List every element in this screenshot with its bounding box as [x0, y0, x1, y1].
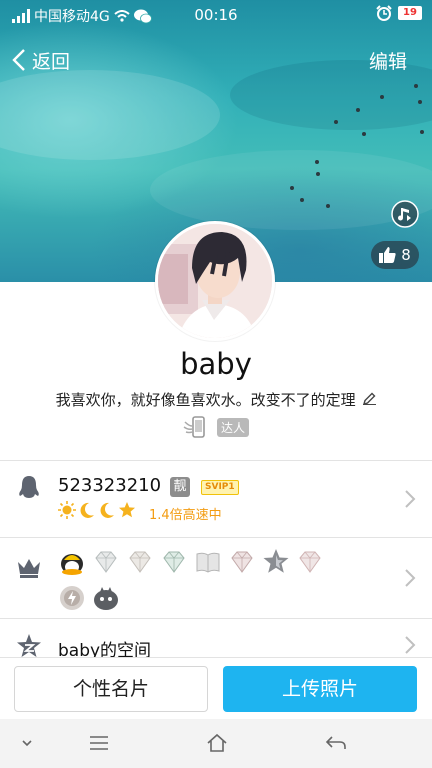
- qzone-star-icon: [17, 634, 41, 657]
- upload-photo-button[interactable]: 上传照片: [223, 666, 417, 712]
- monster-badge-icon: [94, 587, 118, 610]
- alarm-icon: [376, 5, 392, 21]
- pencil-icon[interactable]: [363, 392, 377, 406]
- music-icon[interactable]: [391, 200, 419, 228]
- action-bar: 个性名片 上传照片: [0, 657, 432, 719]
- privilege-icons: [58, 548, 324, 576]
- diamond-icon: [299, 551, 321, 573]
- sun-icon: [58, 501, 76, 519]
- chevron-right-icon: [405, 490, 416, 508]
- back-button[interactable]: 返回: [12, 46, 70, 74]
- diamond-icon: [231, 551, 253, 573]
- menu-icon[interactable]: [89, 733, 109, 753]
- privilege-icons-row2: [58, 584, 120, 612]
- chevron-right-icon: [405, 636, 416, 654]
- chevron-down-icon[interactable]: [20, 733, 34, 753]
- clock: 00:16: [194, 6, 238, 24]
- star-icon: [119, 502, 135, 518]
- speed-status: 1.4倍高速中: [149, 508, 222, 523]
- daren-badge[interactable]: 达人: [0, 416, 432, 438]
- edit-button[interactable]: 编辑: [369, 47, 407, 74]
- diamond-icon: [163, 551, 185, 573]
- level-icons: [58, 501, 136, 519]
- qq-info-row[interactable]: 523323210 靓 SVIP1 1.4倍高速中: [0, 461, 432, 537]
- personal-card-button[interactable]: 个性名片: [14, 666, 208, 712]
- chevron-right-icon: [405, 569, 416, 587]
- like-button[interactable]: 8: [371, 241, 419, 269]
- avatar[interactable]: [155, 221, 275, 341]
- battery-indicator: 19: [398, 6, 422, 20]
- penguin-icon: [19, 476, 39, 498]
- diamond-icon: [95, 551, 117, 573]
- qq-number: 523323210: [58, 475, 162, 496]
- crown-icon: [18, 559, 40, 578]
- star-badge-icon: [263, 549, 289, 573]
- qq-vip-penguin-icon: [61, 554, 83, 575]
- like-count: 8: [401, 246, 411, 264]
- system-nav-bar: [0, 719, 432, 768]
- thumbs-up-icon: [379, 247, 396, 263]
- liang-badge: 靓: [170, 477, 190, 497]
- back-label: 返回: [32, 50, 71, 73]
- home-icon[interactable]: [206, 733, 228, 753]
- book-icon: [196, 552, 220, 573]
- zone-row[interactable]: baby的空间: [0, 619, 432, 661]
- signature-row[interactable]: 我喜欢你，就好像鱼喜欢水。改变不了的定理: [0, 389, 432, 410]
- status-bar: 中国移动4G 00:16 19: [0, 0, 432, 30]
- svip-badge: SVIP1: [201, 480, 239, 495]
- daren-label: 达人: [216, 417, 249, 437]
- privileges-row[interactable]: [0, 538, 432, 618]
- signature-text: 我喜欢你，就好像鱼喜欢水。改变不了的定理: [55, 391, 356, 409]
- moon-icon: [100, 502, 114, 518]
- diamond-icon: [129, 551, 151, 573]
- chevron-left-icon: [12, 49, 25, 71]
- back-arrow-icon[interactable]: [325, 733, 347, 753]
- phone-wings-icon: [183, 416, 205, 438]
- nickname: baby: [180, 347, 252, 381]
- moon-icon: [80, 502, 94, 518]
- speed-badge-icon: [60, 586, 84, 610]
